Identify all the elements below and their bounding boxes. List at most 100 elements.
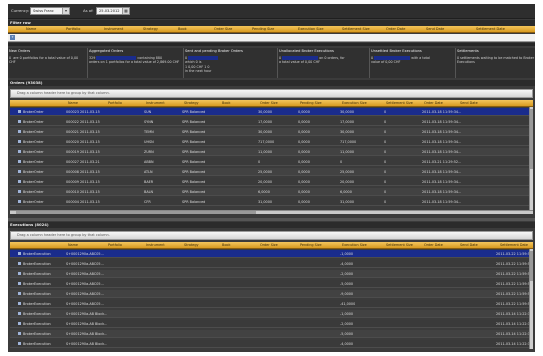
plus-box-icon[interactable] xyxy=(18,140,21,143)
table-row[interactable]: BrokerExecution S+0001290a-ABC05... -41,00… xyxy=(10,300,533,308)
plus-box-icon[interactable] xyxy=(18,302,21,305)
plus-box-icon[interactable] xyxy=(18,312,21,315)
column-header-strategy[interactable]: Strategy xyxy=(143,27,158,31)
plus-box-icon[interactable] xyxy=(18,282,21,285)
column-header-order-date[interactable]: Order Date xyxy=(386,27,405,31)
scroll-thumb[interactable] xyxy=(530,109,533,169)
table-row[interactable]: BrokerOrder 000021 2011-03-15 TEMN SPR Bala… xyxy=(10,128,533,136)
table-row[interactable]: BrokerExecution S+0001290a-ABC05... -5,000… xyxy=(10,280,533,288)
table-row[interactable]: BrokerOrder 000022 2011-03-15 SYNN SPR Bala… xyxy=(10,118,533,126)
orders-horizontal-scrollbar[interactable] xyxy=(10,210,533,214)
plus-box-icon[interactable] xyxy=(18,332,21,335)
execution-size: 30,0000 xyxy=(340,110,355,114)
summary-unsettled-executions[interactable]: Unsettled Broker Executions 0 with a tot… xyxy=(370,48,456,78)
column-header-instrument[interactable]: Instrument xyxy=(104,27,123,31)
table-row[interactable]: BrokerExecution S+0001290a-ABC05... -1,000… xyxy=(10,250,533,258)
column-header-order-size[interactable]: Order Size xyxy=(260,101,278,105)
column-header-order-size[interactable]: Order Size xyxy=(260,243,278,247)
plus-box-icon[interactable] xyxy=(18,130,21,133)
column-header-settlement-size[interactable]: Settlement Size xyxy=(386,101,413,105)
column-header-execution-size[interactable]: Execution Size xyxy=(298,27,323,31)
column-header-settlement-size[interactable]: Settlement Size xyxy=(386,243,413,247)
column-header-strategy[interactable]: Strategy xyxy=(184,243,199,247)
column-header-book[interactable]: Book xyxy=(178,27,187,31)
plus-box-icon[interactable] xyxy=(18,252,21,255)
column-header-execution-size[interactable]: Execution Size xyxy=(342,243,367,247)
orders-vertical-scrollbar[interactable] xyxy=(529,107,533,211)
summary-aggregated-orders[interactable]: Aggregated Orders 329 containing 880 ord… xyxy=(88,48,184,78)
plus-box-icon[interactable] xyxy=(18,170,21,173)
calendar-icon[interactable]: ▦ xyxy=(122,8,129,14)
column-header-settlement-date[interactable]: Settlement Date xyxy=(476,27,505,31)
scroll-thumb[interactable] xyxy=(16,211,256,214)
order-size: 20,0000 xyxy=(258,180,273,184)
summary-unallocated-executions[interactable]: Unallocated Broker Executions 0 on 0 ord… xyxy=(278,48,370,78)
column-header-order-date[interactable]: Order Date xyxy=(424,243,443,247)
filter-icon[interactable]: T xyxy=(10,35,15,40)
column-header-settlement-date[interactable]: Settlement Date xyxy=(500,243,528,247)
table-row[interactable]: BrokerOrder 000027 2011-03-21 ABBN SPR Bala… xyxy=(10,158,533,166)
column-header-order-date[interactable]: Order Date xyxy=(424,101,443,105)
table-row[interactable]: BrokerExecution S+0001290a-AB Block... -2,… xyxy=(10,320,533,328)
table-row[interactable]: BrokerExecution S+0001290a-AB Block... -4,… xyxy=(10,340,533,348)
column-header-portfolio[interactable]: Portfolio xyxy=(108,243,122,247)
column-header-book[interactable]: Book xyxy=(222,243,230,247)
column-header-name[interactable]: Name xyxy=(68,101,78,105)
column-header-name[interactable]: Name xyxy=(26,27,36,31)
filter-row[interactable]: T xyxy=(8,34,535,42)
panel-splitter[interactable] xyxy=(8,218,535,221)
column-header-pending-size[interactable]: Pending Size xyxy=(300,243,322,247)
column-header-name[interactable]: Name xyxy=(68,243,78,247)
column-header-book[interactable]: Book xyxy=(222,101,230,105)
table-row[interactable]: BrokerExecution S+0001290a-ABC05... -4,000… xyxy=(10,260,533,268)
table-row[interactable]: BrokerOrder 000009 2011-03-15 BAER SPR Bala… xyxy=(10,178,533,186)
column-header-pending-size[interactable]: Pending Size xyxy=(252,27,274,31)
table-row[interactable]: BrokerExecution S+0001290a-ABC05... -2,000… xyxy=(10,270,533,278)
column-header-send-date[interactable]: Send Date xyxy=(460,101,478,105)
table-row[interactable]: BrokerOrder 000008 2011-03-15 ATLN SPR Bala… xyxy=(10,168,533,176)
column-header-strategy[interactable]: Strategy xyxy=(184,101,199,105)
column-header-portfolio[interactable]: Portfolio xyxy=(108,101,122,105)
order-type: BrokerOrder xyxy=(23,110,44,114)
plus-box-icon[interactable] xyxy=(18,150,21,153)
plus-box-icon[interactable] xyxy=(18,322,21,325)
plus-box-icon[interactable] xyxy=(18,190,21,193)
executions-group-panel[interactable]: Drag a column header here to group by th… xyxy=(10,231,533,240)
table-row[interactable]: BrokerOrder 000004 2011-03-15 CFR SPR Balan… xyxy=(10,198,533,206)
column-header-instrument[interactable]: Instrument xyxy=(146,243,165,247)
table-row[interactable]: BrokerOrder 000010 2011-03-15 BALN SPR Bala… xyxy=(10,188,533,196)
plus-box-icon[interactable] xyxy=(18,342,21,345)
plus-box-icon[interactable] xyxy=(18,272,21,275)
summary-new-orders[interactable]: New Orders 0 are 0 portfolios for a tota… xyxy=(8,48,88,78)
column-header-pending-size[interactable]: Pending Size xyxy=(300,101,322,105)
plus-box-icon[interactable] xyxy=(18,160,21,163)
settlement-date: 2011-03-22 11:59:58... xyxy=(496,252,530,256)
executions-vertical-scrollbar[interactable] xyxy=(529,249,533,349)
table-row[interactable]: BrokerExecution S+0001290a-ABC05... -9,000… xyxy=(10,290,533,298)
column-header-settlement-size[interactable]: Settlement Size xyxy=(342,27,370,31)
plus-box-icon[interactable] xyxy=(18,120,21,123)
plus-box-icon[interactable] xyxy=(18,180,21,183)
table-row[interactable]: BrokerOrder 000020 2011-03-15 UHSN SPR Bala… xyxy=(10,138,533,146)
table-row[interactable]: BrokerOrder 000023 2011-03-15 SUN SPR Balan… xyxy=(10,108,533,116)
currency-select[interactable]: Swiss Franc ▾ xyxy=(30,7,70,15)
column-header-portfolio[interactable]: Portfolio xyxy=(66,27,80,31)
plus-box-icon[interactable] xyxy=(18,200,21,203)
plus-box-icon[interactable] xyxy=(18,292,21,295)
summary-settlements[interactable]: Settlements 0 settlements waiting to be … xyxy=(456,48,535,78)
table-row[interactable]: BrokerExecution S+0001290a-AB Block... -5,… xyxy=(10,330,533,338)
chevron-down-icon[interactable]: ▾ xyxy=(62,8,69,14)
column-header-send-date[interactable]: Send Date xyxy=(460,243,478,247)
as-of-date-input[interactable]: 25.03.2012 ▦ xyxy=(96,7,130,15)
plus-box-icon[interactable] xyxy=(18,110,21,113)
scroll-thumb[interactable] xyxy=(530,251,533,281)
plus-box-icon[interactable] xyxy=(18,262,21,265)
column-header-order-size[interactable]: Order Size xyxy=(214,27,232,31)
column-header-send-date[interactable]: Send Date xyxy=(426,27,444,31)
column-header-execution-size[interactable]: Execution Size xyxy=(342,101,367,105)
column-header-instrument[interactable]: Instrument xyxy=(146,101,165,105)
table-row[interactable]: BrokerExecution S+0001290a-AB Block... -1,… xyxy=(10,310,533,318)
summary-sent-pending[interactable]: Sent and pending Broker Orders 0 which 0… xyxy=(184,48,278,78)
orders-group-panel[interactable]: Drag a column header here to group by th… xyxy=(10,89,533,98)
table-row[interactable]: BrokerOrder 000019 2011-03-15 ZURN SPR Bala… xyxy=(10,148,533,156)
